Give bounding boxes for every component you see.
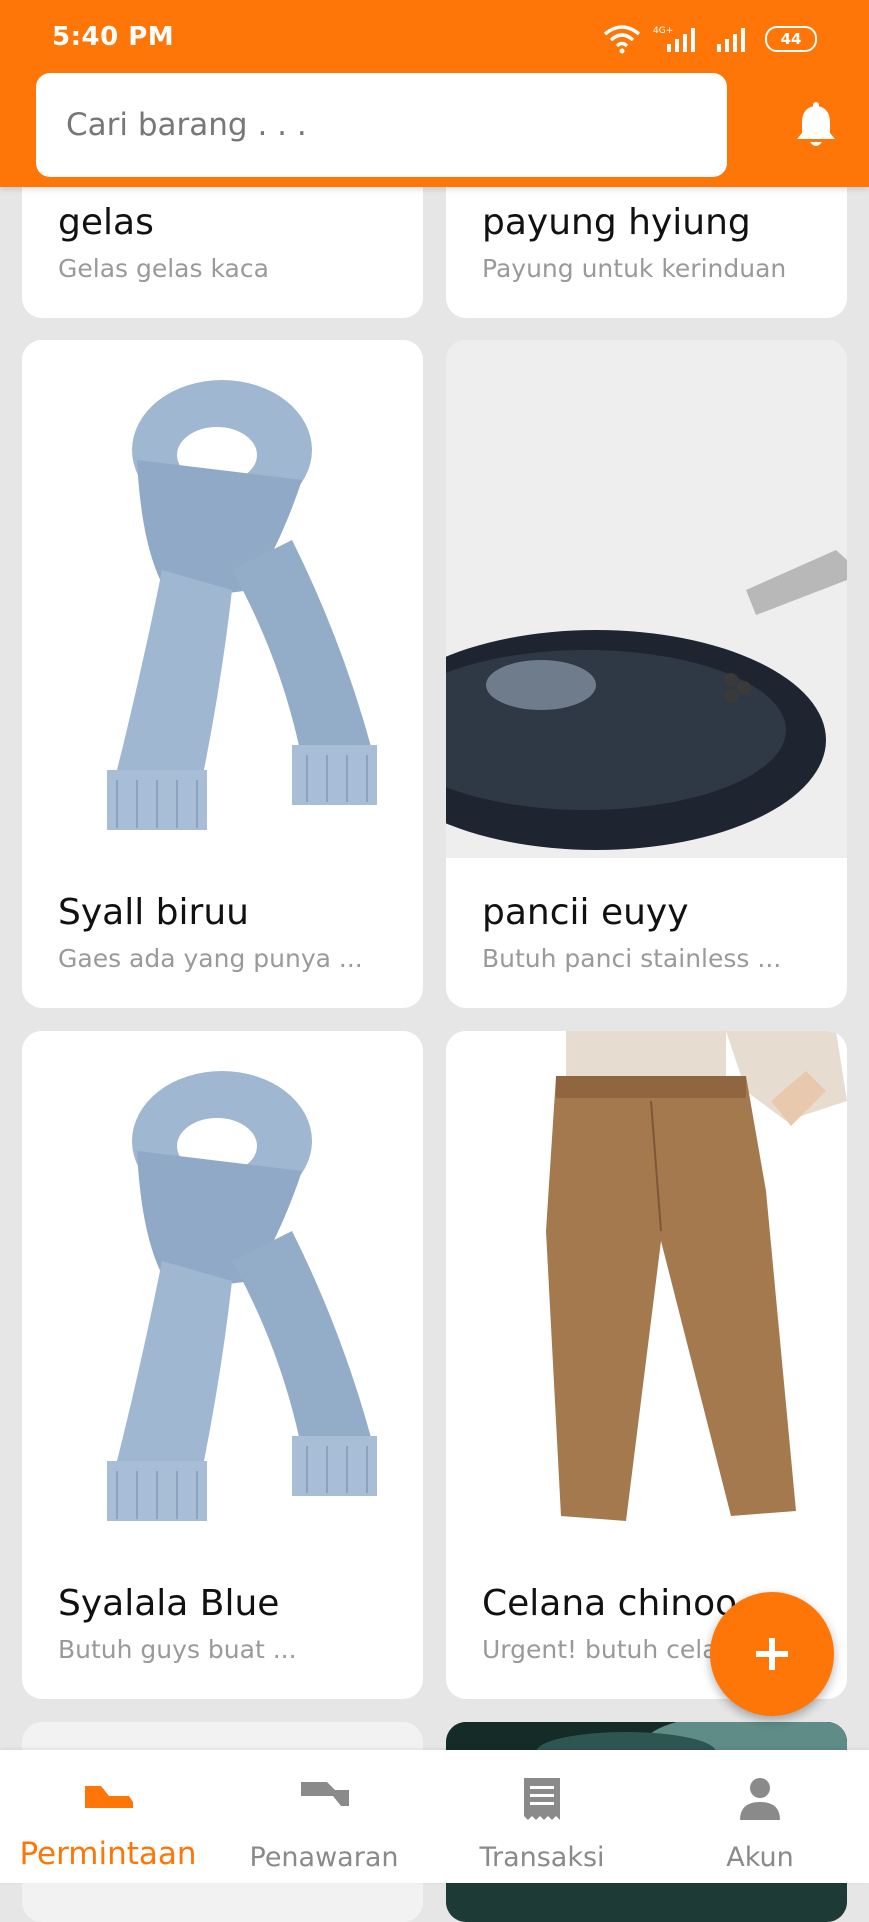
offer-icon (301, 1782, 349, 1806)
network-label: 4G+ (653, 26, 673, 36)
scarf-image (22, 1031, 423, 1549)
card-title: payung hyiung (482, 202, 751, 243)
bell-icon[interactable] (790, 100, 842, 152)
nav-label: Penawaran (249, 1842, 399, 1873)
card-title: Syalala Blue (58, 1583, 280, 1624)
nav-item-permintaan[interactable]: Permintaan (8, 1750, 208, 1883)
request-card[interactable]: Syalala Blue Butuh guys buat ... (22, 1031, 423, 1699)
request-card[interactable]: pancii euyy Butuh panci stainless ... (446, 340, 847, 1008)
card-description: Urgent! butuh celana ... (482, 1635, 742, 1664)
status-icons: 4G+ 44 (603, 22, 817, 56)
pan-image (446, 340, 847, 858)
request-icon (85, 1786, 133, 1808)
nav-label: Akun (726, 1842, 794, 1873)
card-description: Gaes ada yang punya ... (58, 944, 363, 973)
add-request-button[interactable] (710, 1592, 834, 1716)
signal-icon (717, 28, 745, 52)
plus-icon (756, 1638, 788, 1670)
card-title: Celana chinoo (482, 1583, 738, 1624)
nav-label: Permintaan (19, 1836, 197, 1872)
wifi-icon (603, 25, 641, 54)
nav-label: Transaksi (479, 1842, 605, 1873)
app-header: 5:40 PM 4G+ 44 (0, 0, 869, 187)
battery-indicator: 44 (765, 26, 817, 52)
pants-image (446, 1031, 847, 1549)
card-title: Syall biruu (58, 892, 249, 933)
card-title: gelas (58, 202, 154, 243)
nav-item-akun[interactable]: Akun (660, 1750, 860, 1883)
card-description: Butuh panci stainless ... (482, 944, 782, 973)
nav-item-transaksi[interactable]: Transaksi (442, 1750, 642, 1883)
card-title: pancii euyy (482, 892, 689, 933)
receipt-icon (524, 1778, 560, 1820)
search-input[interactable] (36, 73, 727, 177)
bottom-navigation: Permintaan Penawaran Transaksi Akun (0, 1750, 869, 1883)
signal-4g-icon: 4G+ (653, 26, 695, 52)
card-description: Gelas gelas kaca (58, 254, 269, 283)
nav-item-penawaran[interactable]: Penawaran (224, 1750, 424, 1883)
card-description: Butuh guys buat ... (58, 1635, 297, 1664)
card-description: Payung untuk kerinduan (482, 254, 787, 283)
person-icon (740, 1778, 780, 1820)
status-time: 5:40 PM (52, 22, 175, 52)
scarf-image (22, 340, 423, 858)
request-card[interactable]: Syall biruu Gaes ada yang punya ... (22, 340, 423, 1008)
